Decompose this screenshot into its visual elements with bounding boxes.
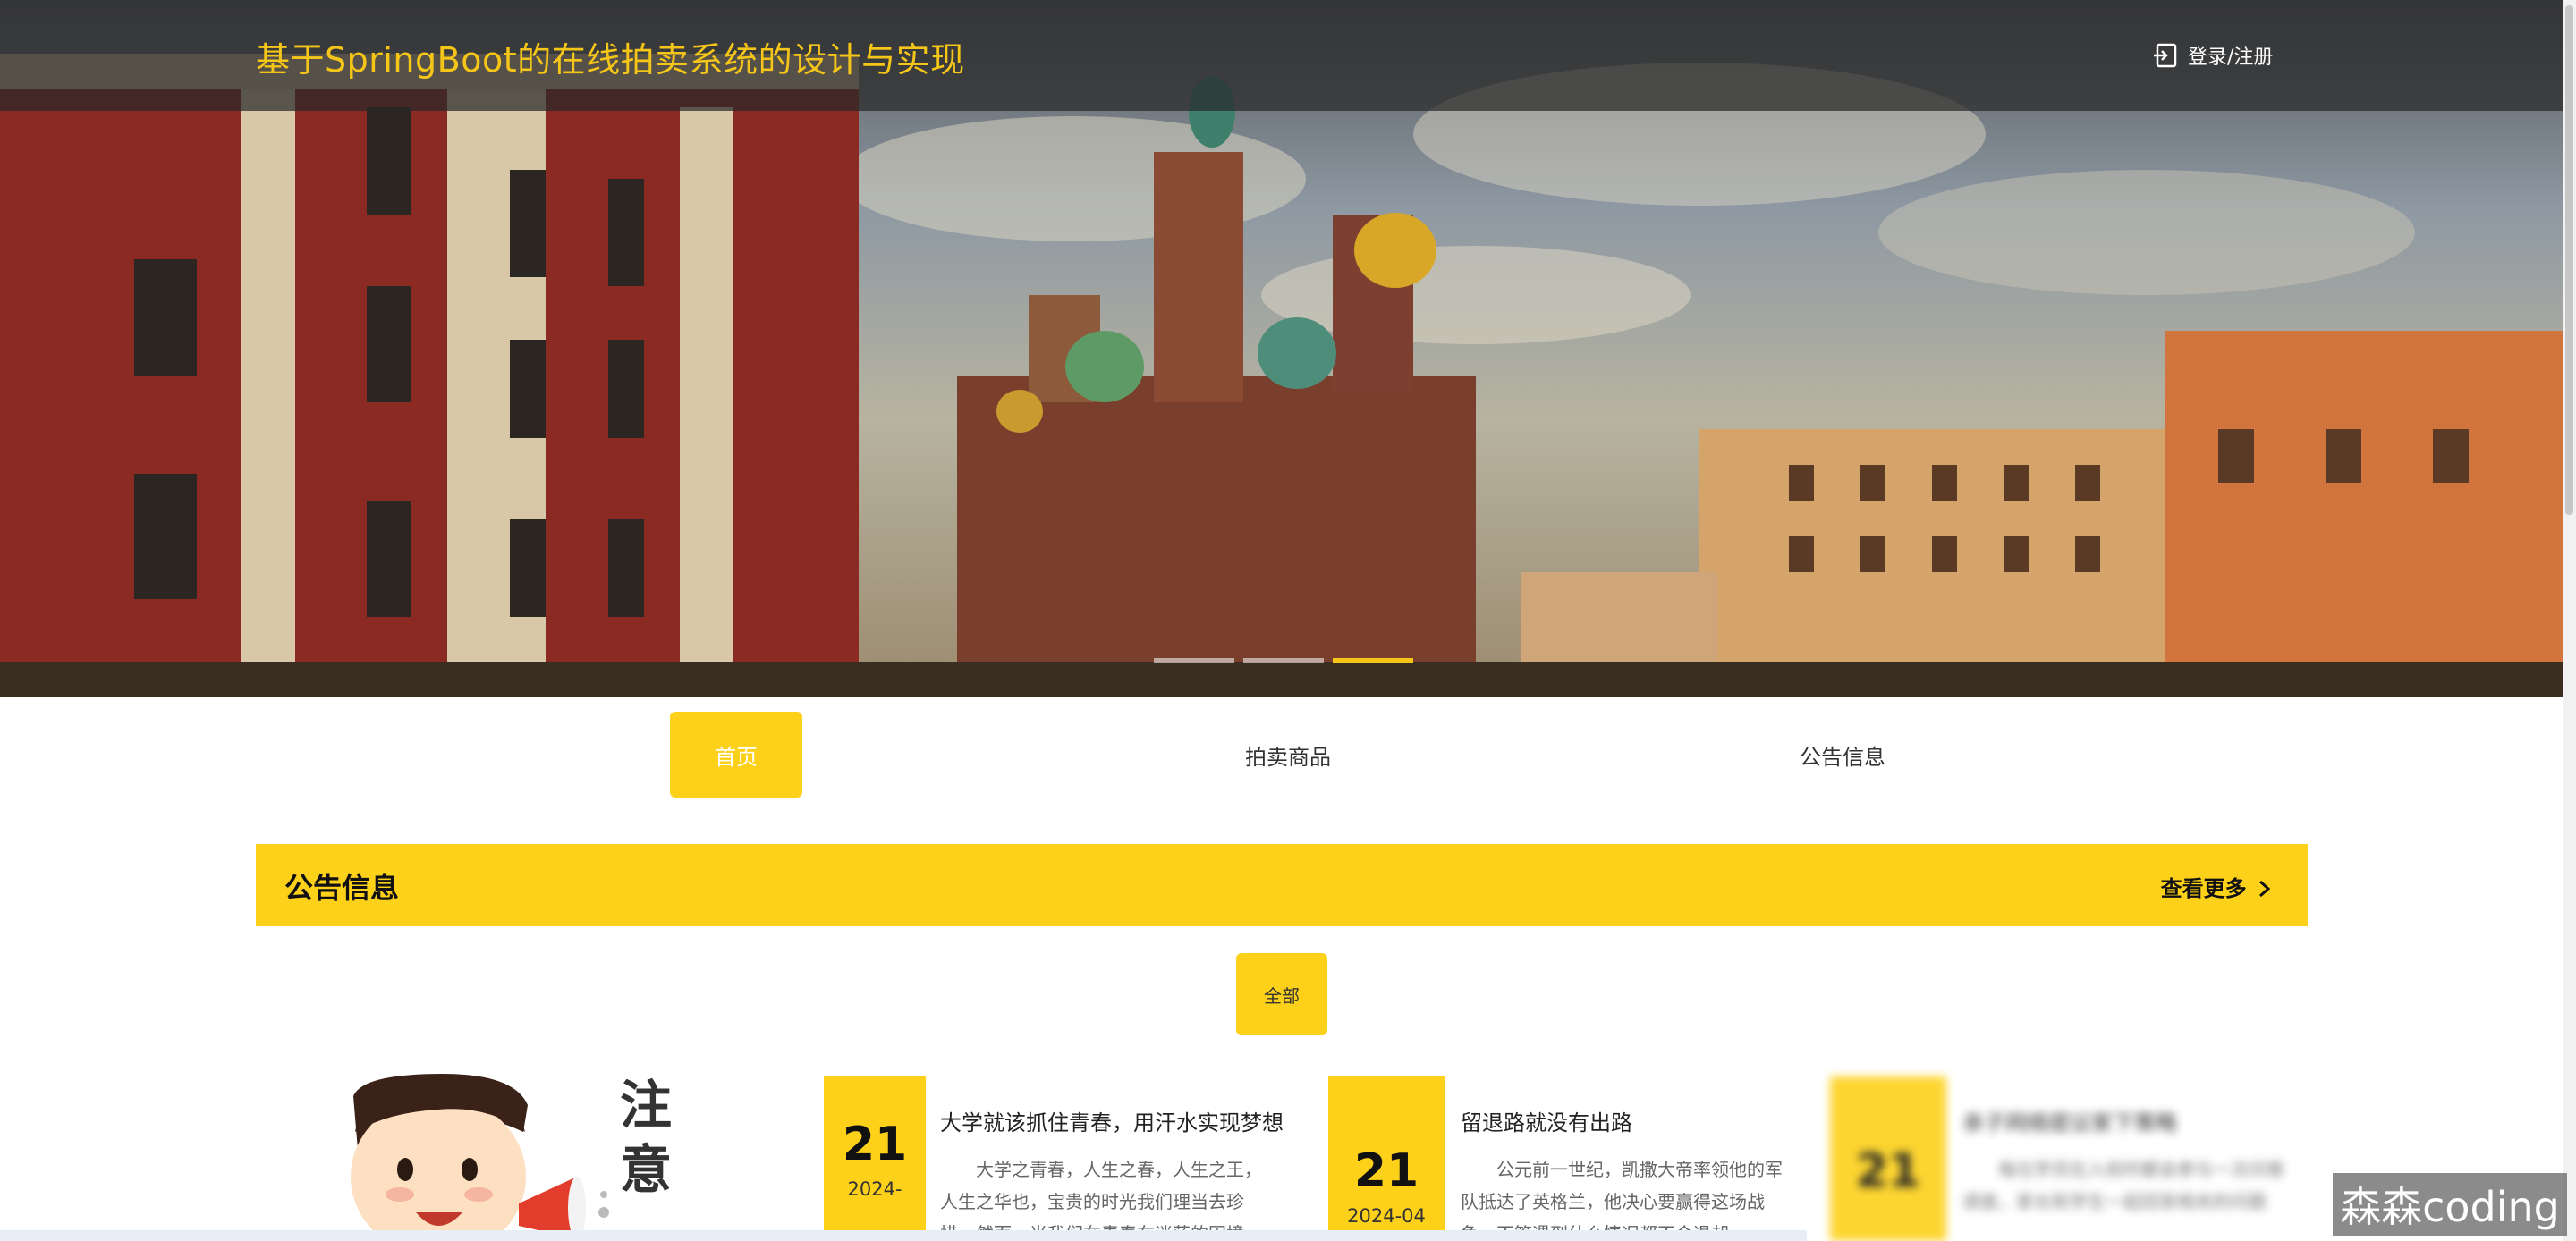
view-more-label: 查看更多 [2160, 876, 2247, 901]
site-title: 基于SpringBoot的在线拍卖系统的设计与实现 [256, 40, 965, 80]
notice-date: 21 2024-04 [1328, 1076, 1445, 1241]
notice-summary: 每位学员在入校时都会参与一次问卷调查，家长和学生一起回答相关的问题 [1962, 1159, 2284, 1212]
notice-day: 21 [1353, 1144, 1419, 1198]
view-more-link[interactable]: 查看更多 [2161, 871, 2272, 902]
watermark: 森森coding [2333, 1173, 2567, 1236]
carousel-dot[interactable] [1154, 658, 1234, 663]
notice-card[interactable]: 21 亲子网络提议家下策略 每位学员在入校时都会参与一次问卷调查，家长和学生一起… [1830, 1076, 2295, 1241]
notice-date: 21 2024- [824, 1076, 926, 1241]
notice-title[interactable]: 大学就该抓住青春，用汗水实现梦想 [940, 1105, 1284, 1136]
chevron-right-icon [2259, 880, 2271, 898]
carousel-dot[interactable] [1243, 658, 1324, 663]
nav-auction-items[interactable]: 拍卖商品 [1199, 712, 1377, 798]
scrollbar-thumb[interactable] [2565, 5, 2573, 515]
hero-banner: 基于SpringBoot的在线拍卖系统的设计与实现 登录/注册 [0, 0, 2563, 697]
notice-title[interactable]: 留退路就没有出路 [1461, 1105, 1632, 1136]
page-scrollbar[interactable] [2563, 0, 2576, 1241]
notice-summary: 公元前一世纪，凯撒大帝率领他的军队抵达了英格兰，他决心要赢得这场战争，不管遇到什… [1461, 1159, 1783, 1241]
notice-date: 21 [1830, 1076, 1946, 1241]
top-bar: 基于SpringBoot的在线拍卖系统的设计与实现 登录/注册 [0, 0, 2563, 111]
notice-year-month: 2024-04 [1347, 1205, 1426, 1227]
notice-card[interactable]: 21 2024- 大学就该抓住青春，用汗水实现梦想 大学之青春，人生之春，人生之… [824, 1076, 1289, 1241]
notice-section-title: 公告信息 [284, 871, 400, 905]
notice-card[interactable]: 21 2024-04 留退路就没有出路 公元前一世纪，凯撒大帝率领他的军队抵达了… [1328, 1076, 1793, 1241]
login-register-button[interactable]: 登录/注册 [2152, 41, 2273, 70]
nav-notices[interactable]: 公告信息 [1753, 712, 1932, 798]
nav-home[interactable]: 首页 [670, 712, 802, 798]
mascot-text: 注意 [620, 1075, 673, 1200]
login-icon [2154, 43, 2177, 68]
bottom-divider [0, 1230, 1807, 1241]
notice-year-month: 2024- [847, 1178, 902, 1200]
notice-day: 21 [842, 1118, 908, 1171]
notice-summary: 大学之青春，人生之春，人生之王，人生之华也，宝贵的时光我们理当去珍惜。然而，当我… [940, 1159, 1262, 1241]
notice-day: 21 [1855, 1144, 1921, 1198]
filter-all-button[interactable]: 全部 [1236, 953, 1327, 1035]
login-register-label: 登录/注册 [2188, 46, 2274, 69]
notice-mascot-image: 注意 [335, 1069, 711, 1241]
notice-title[interactable]: 亲子网络提议家下策略 [1962, 1105, 2177, 1136]
carousel-indicators [1154, 658, 1413, 663]
notice-section-header: 公告信息 查看更多 [256, 844, 2308, 926]
carousel-dot-active[interactable] [1333, 658, 1413, 663]
